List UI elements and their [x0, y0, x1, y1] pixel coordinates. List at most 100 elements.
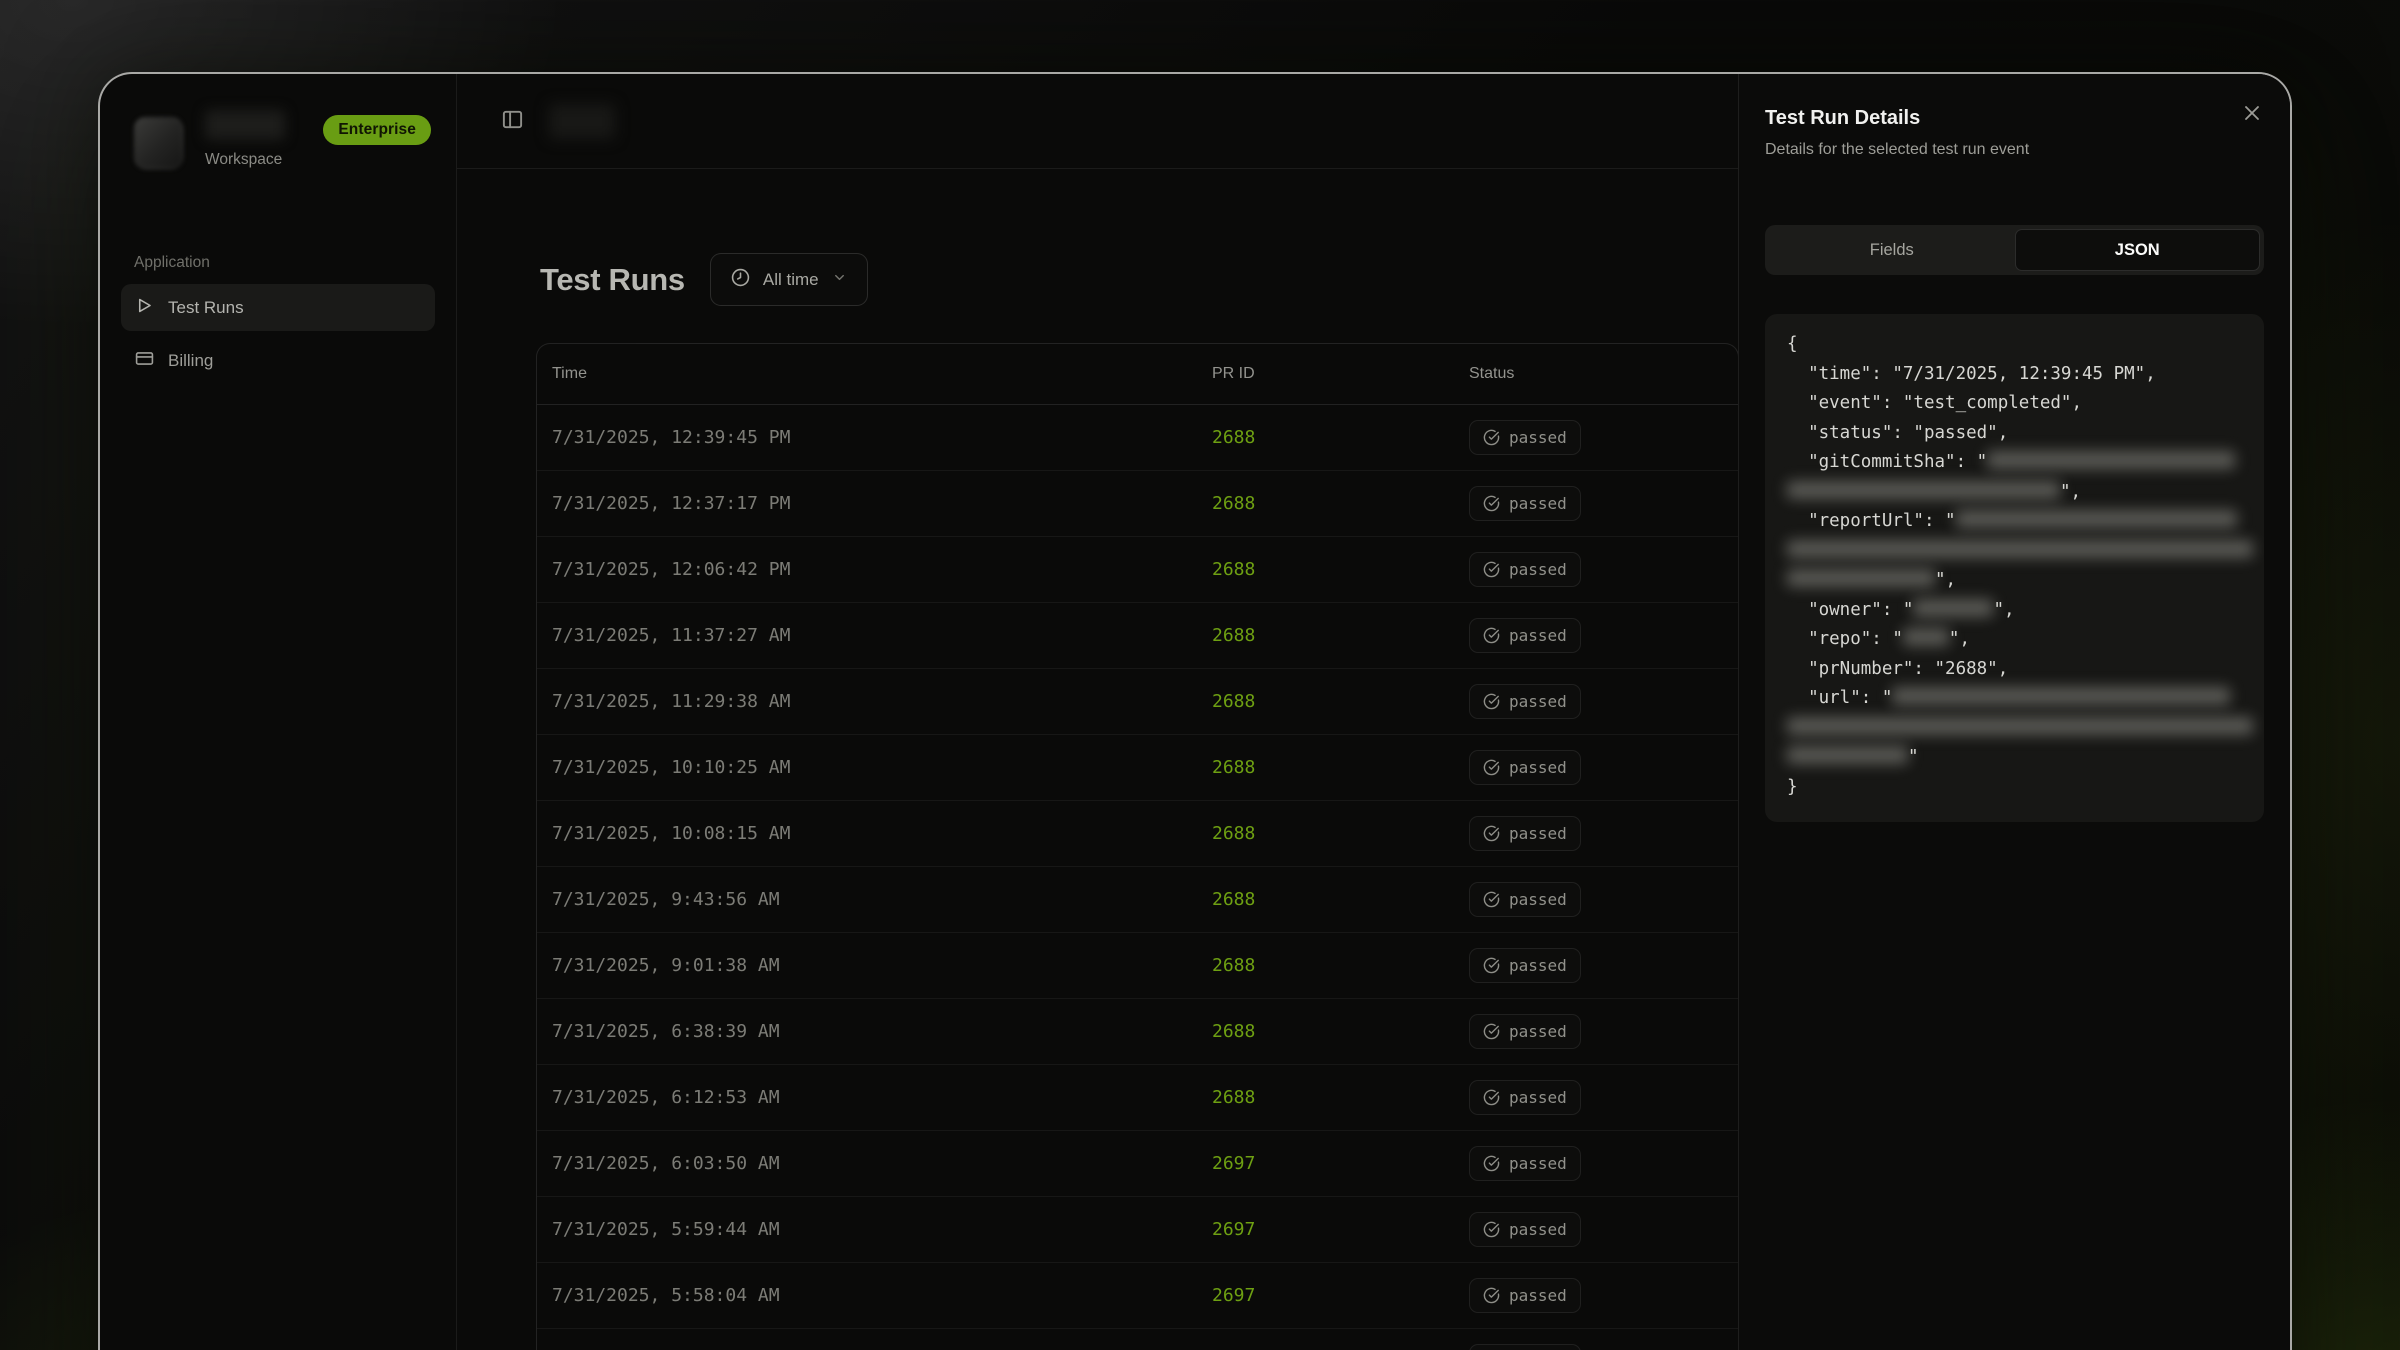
circle-check-icon	[1483, 1221, 1500, 1238]
run-pr-id[interactable]: 2688	[1212, 1021, 1469, 1042]
status-label: passed	[1509, 758, 1567, 777]
table-row[interactable]: 7/31/2025, 12:06:42 PM 2688 passed	[537, 537, 1738, 603]
column-header-status: Status	[1469, 365, 1738, 383]
sidebar-nav: Test Runs Billing	[121, 284, 435, 384]
status-label: passed	[1509, 626, 1567, 645]
circle-check-icon	[1483, 1089, 1500, 1106]
json-line: "prNumber": "2688",	[1787, 655, 2242, 685]
status-badge: passed	[1469, 552, 1581, 587]
run-pr-id[interactable]: 2688	[1212, 559, 1469, 580]
status-label: passed	[1509, 1022, 1567, 1041]
topbar	[457, 74, 1738, 169]
sidebar-toggle-button[interactable]	[501, 108, 524, 134]
circle-check-icon	[1483, 957, 1500, 974]
status-badge: passed	[1469, 1344, 1581, 1350]
run-pr-id[interactable]: 2688	[1212, 625, 1469, 646]
run-pr-id[interactable]: 2697	[1212, 1285, 1469, 1306]
sidebar: Workspace Enterprise Application Test Ru…	[100, 74, 457, 1350]
close-button[interactable]	[2239, 101, 2265, 127]
run-time: 7/31/2025, 10:10:25 AM	[552, 757, 1212, 778]
json-line: "gitCommitSha": "	[1787, 448, 2242, 478]
workspace-header[interactable]: Workspace Enterprise	[121, 110, 435, 206]
run-time: 7/31/2025, 5:59:44 AM	[552, 1219, 1212, 1240]
json-line: "event": "test_completed",	[1787, 389, 2242, 419]
test-run-details-panel: Test Run Details Details for the selecte…	[1738, 74, 2290, 1350]
table-row[interactable]: 7/31/2025, 9:43:56 AM 2688 passed	[537, 867, 1738, 933]
table-header-row: Time PR ID Status	[537, 344, 1738, 405]
status-label: passed	[1509, 956, 1567, 975]
run-time: 7/31/2025, 9:01:38 AM	[552, 955, 1212, 976]
run-time: 7/31/2025, 6:03:50 AM	[552, 1153, 1212, 1174]
workspace-logo-redacted	[134, 117, 183, 169]
app-window: Workspace Enterprise Application Test Ru…	[98, 72, 2292, 1350]
run-pr-id[interactable]: 2697	[1212, 1219, 1469, 1240]
page-title: Test Runs	[540, 262, 685, 298]
tab-fields[interactable]: Fields	[1769, 229, 2015, 271]
run-time: 7/31/2025, 6:12:53 AM	[552, 1087, 1212, 1108]
circle-check-icon	[1483, 825, 1500, 842]
circle-check-icon	[1483, 759, 1500, 776]
sidebar-item-label: Test Runs	[168, 298, 244, 318]
run-pr-id[interactable]: 2688	[1212, 493, 1469, 514]
table-body: 7/31/2025, 12:39:45 PM 2688 passed 7/31/…	[537, 405, 1738, 1350]
status-label: passed	[1509, 1088, 1567, 1107]
run-pr-id[interactable]: 2688	[1212, 955, 1469, 976]
run-time: 7/31/2025, 9:43:56 AM	[552, 889, 1212, 910]
table-row[interactable]: 7/31/2025, 12:37:17 PM 2688 passed	[537, 471, 1738, 537]
sidebar-item-test-runs[interactable]: Test Runs	[121, 284, 435, 331]
table-row[interactable]: 7/31/2025, 10:08:15 AM 2688 passed	[537, 801, 1738, 867]
table-row[interactable]: 7/31/2025, 5:58:04 AM 2697 passed	[537, 1263, 1738, 1329]
table-row[interactable]: 7/31/2025, 6:38:39 AM 2688 passed	[537, 999, 1738, 1065]
run-time: 7/31/2025, 11:37:27 AM	[552, 625, 1212, 646]
run-time: 7/31/2025, 12:06:42 PM	[552, 559, 1212, 580]
status-badge: passed	[1469, 816, 1581, 851]
table-row[interactable]: 7/31/2025, 11:29:38 AM 2688 passed	[537, 669, 1738, 735]
run-pr-id[interactable]: 2688	[1212, 889, 1469, 910]
sidebar-item-label: Billing	[168, 351, 213, 371]
table-row[interactable]: 7/31/2025, 6:03:50 AM 2697 passed	[537, 1131, 1738, 1197]
main-area: Test Runs All time Time PR ID	[457, 74, 1738, 1350]
sidebar-item-billing[interactable]: Billing	[121, 337, 435, 384]
circle-check-icon	[1483, 429, 1500, 446]
time-filter-dropdown[interactable]: All time	[710, 253, 868, 306]
desktop-background: Workspace Enterprise Application Test Ru…	[0, 0, 2400, 1350]
time-filter-value: All time	[763, 270, 819, 290]
redacted-value	[1787, 540, 2253, 558]
json-viewer: { "time": "7/31/2025, 12:39:45 PM", "eve…	[1765, 314, 2264, 822]
table-row[interactable]: 7/31/2025, 5:59:44 AM 2697 passed	[537, 1197, 1738, 1263]
redacted-value	[1787, 481, 2060, 499]
status-badge: passed	[1469, 1080, 1581, 1115]
run-pr-id[interactable]: 2688	[1212, 757, 1469, 778]
table-row[interactable]: 7/31/2025, 10:10:25 AM 2688 passed	[537, 735, 1738, 801]
circle-check-icon	[1483, 495, 1500, 512]
workspace-label: Workspace	[205, 151, 435, 169]
json-line: "status": "passed",	[1787, 419, 2242, 449]
json-line: "owner": "",	[1787, 596, 2242, 626]
status-badge: passed	[1469, 882, 1581, 917]
run-pr-id[interactable]: 2688	[1212, 427, 1469, 448]
status-badge: passed	[1469, 618, 1581, 653]
status-badge: passed	[1469, 948, 1581, 983]
table-row[interactable]: 7/31/2025, 12:39:45 PM 2688 passed	[537, 405, 1738, 471]
table-row[interactable]: 7/31/2025, 9:01:38 AM 2688 passed	[537, 933, 1738, 999]
run-pr-id[interactable]: 2688	[1212, 1087, 1469, 1108]
table-row[interactable]: 7/31/2025, 11:37:27 AM 2688 passed	[537, 603, 1738, 669]
run-pr-id[interactable]: 2697	[1212, 1153, 1469, 1174]
run-pr-id[interactable]: 2688	[1212, 691, 1469, 712]
status-badge: passed	[1469, 1212, 1581, 1247]
run-pr-id[interactable]: 2688	[1212, 823, 1469, 844]
chevron-down-icon	[832, 270, 847, 290]
json-line	[1787, 537, 2242, 567]
column-header-time: Time	[552, 365, 1212, 383]
plan-badge: Enterprise	[323, 115, 431, 145]
details-title: Test Run Details	[1765, 107, 2264, 130]
redacted-value	[1787, 569, 1935, 587]
json-line: "reportUrl": "	[1787, 507, 2242, 537]
status-label: passed	[1509, 1220, 1567, 1239]
table-row[interactable]: 7/31/2025, 6:12:53 AM 2688 passed	[537, 1065, 1738, 1131]
circle-check-icon	[1483, 1287, 1500, 1304]
tab-json[interactable]: JSON	[2015, 229, 2261, 271]
redacted-value	[1787, 746, 1908, 764]
table-row[interactable]: 7/31/2025, 5:51:23 AM 2697 passed	[537, 1329, 1738, 1350]
redacted-value	[1987, 451, 2235, 469]
